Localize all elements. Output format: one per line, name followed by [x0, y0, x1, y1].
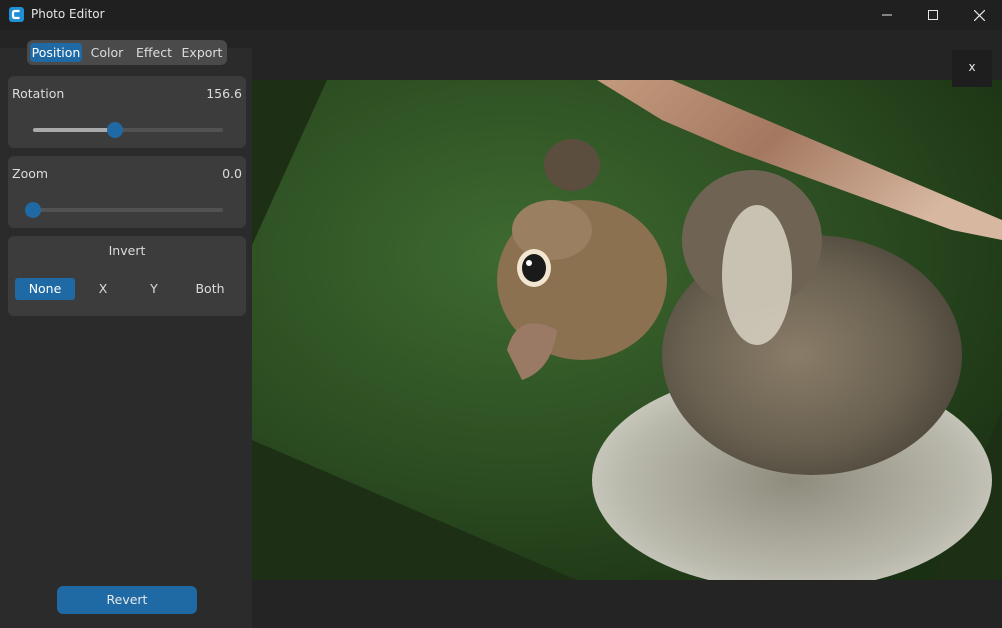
zoom-slider[interactable]	[25, 202, 223, 218]
zoom-slider-handle[interactable]	[25, 202, 41, 218]
revert-button[interactable]: Revert	[57, 586, 197, 614]
window-title: Photo Editor	[31, 7, 105, 21]
close-window-button[interactable]	[956, 0, 1002, 30]
rotation-label: Rotation	[12, 86, 65, 101]
rotation-panel: Rotation 156.6	[8, 76, 246, 148]
title-bar: Photo Editor	[0, 0, 1002, 30]
zoom-value: 0.0	[222, 166, 242, 181]
tab-bar: Position Color Effect Export	[27, 40, 227, 65]
image-canvas[interactable]	[252, 80, 1002, 580]
rotation-slider[interactable]	[33, 122, 223, 138]
invert-panel: Invert	[8, 236, 246, 316]
tab-effect[interactable]: Effect	[131, 43, 177, 62]
minimize-button[interactable]	[864, 0, 910, 30]
app-logo-icon	[9, 7, 24, 22]
minimize-icon	[882, 14, 892, 16]
maximize-button[interactable]	[910, 0, 956, 30]
tab-position[interactable]: Position	[30, 43, 82, 62]
tab-color[interactable]: Color	[85, 43, 129, 62]
invert-both-button[interactable]: Both	[180, 278, 240, 300]
photo-image	[252, 80, 1002, 580]
zoom-label: Zoom	[12, 166, 49, 181]
close-image-button[interactable]: x	[952, 50, 992, 87]
tab-export[interactable]: Export	[179, 43, 225, 62]
invert-label: Invert	[108, 243, 146, 258]
maximize-icon	[928, 10, 938, 20]
invert-x-button[interactable]: X	[78, 278, 128, 300]
rotation-slider-fill	[33, 128, 115, 132]
rotation-slider-handle[interactable]	[106, 122, 123, 138]
close-icon	[973, 9, 985, 21]
invert-none-button[interactable]: None	[15, 278, 75, 300]
invert-y-button[interactable]: Y	[130, 278, 178, 300]
rotation-value: 156.6	[206, 86, 242, 101]
zoom-panel: Zoom 0.0	[8, 156, 246, 228]
